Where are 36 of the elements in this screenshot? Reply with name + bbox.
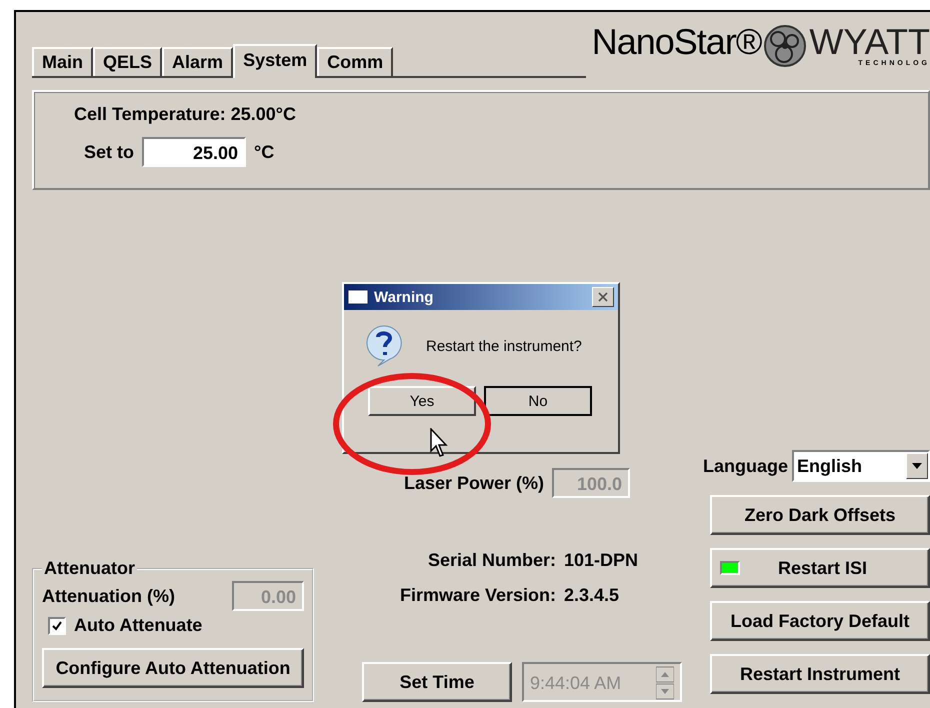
dialog-button[interactable]: No bbox=[484, 386, 592, 416]
swirl-logo-icon bbox=[763, 24, 808, 68]
temperature-reading: Cell Temperature: 25.00°C bbox=[74, 104, 297, 125]
temperature-input[interactable]: 25.00 bbox=[142, 137, 246, 167]
unit-label: °C bbox=[254, 142, 274, 162]
window-icon bbox=[348, 290, 368, 304]
close-button[interactable] bbox=[592, 287, 614, 307]
caret-icon bbox=[912, 463, 922, 469]
tab[interactable]: Comm bbox=[317, 47, 394, 76]
dialog-button[interactable]: Yes bbox=[368, 386, 476, 416]
action-button[interactable]: Restart Instrument bbox=[710, 654, 930, 694]
question-icon bbox=[364, 324, 404, 368]
set-to-label: Set to bbox=[84, 142, 134, 162]
language-label: Language bbox=[702, 456, 788, 476]
logo-text: NanoStar® bbox=[592, 24, 762, 60]
dialog-message: Restart the instrument? bbox=[426, 338, 582, 354]
attenuator-title: Attenuator bbox=[43, 558, 136, 579]
laser-power-label: Laser Power (%) bbox=[404, 472, 544, 494]
action-button[interactable]: Load Factory Default bbox=[710, 601, 930, 641]
tab[interactable]: Main bbox=[32, 47, 94, 76]
attenuation-label: Attenuation (%) bbox=[42, 586, 175, 606]
info-value: 101-DPN bbox=[564, 550, 638, 571]
tab[interactable]: System bbox=[233, 44, 318, 78]
auto-attenuate-label: Auto Attenuate bbox=[74, 615, 202, 636]
action-button[interactable]: Zero Dark Offsets bbox=[710, 495, 930, 535]
info-label: Firmware Version: bbox=[400, 585, 556, 606]
tab[interactable]: Alarm bbox=[162, 47, 234, 76]
dialog-title: Warning bbox=[374, 288, 434, 306]
info-label: Serial Number: bbox=[426, 550, 556, 571]
language-dropdown[interactable]: English bbox=[792, 450, 930, 482]
checkmark-icon bbox=[52, 620, 62, 630]
tab[interactable]: QELS bbox=[93, 47, 162, 76]
close-icon bbox=[598, 292, 608, 302]
company-logo-text: WYATT bbox=[809, 24, 930, 60]
info-value: 2.3.4.5 bbox=[564, 585, 620, 606]
action-button[interactable]: Restart ISI bbox=[710, 548, 930, 588]
